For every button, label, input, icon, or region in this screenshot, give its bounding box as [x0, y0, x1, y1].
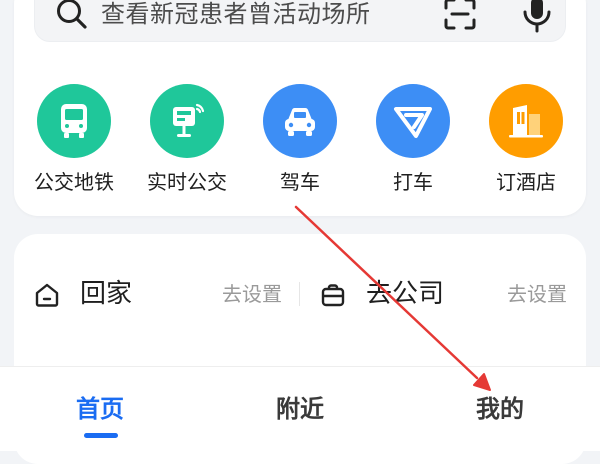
briefcase-icon [321, 284, 345, 307]
work-set-link[interactable]: 去设置 [507, 280, 567, 308]
divider [299, 282, 300, 306]
quick-action-hotel[interactable]: 订酒店 [470, 84, 582, 194]
search-input[interactable]: 查看新冠患者曾活动场所 [101, 0, 371, 32]
quick-action-label: 公交地铁 [34, 170, 114, 194]
bus-icon [61, 104, 87, 138]
quick-action-realtime-circle [150, 84, 224, 158]
car-icon [285, 107, 315, 136]
quick-action-bus-metro[interactable]: 公交地铁 [18, 84, 130, 194]
microphone-icon[interactable] [519, 0, 555, 33]
tab-mine[interactable]: 我的 [440, 393, 560, 425]
home-set-link[interactable]: 去设置 [222, 280, 282, 308]
quick-action-taxi[interactable]: 打车 [357, 84, 469, 194]
quick-action-drive-circle [263, 84, 337, 158]
tab-nearby[interactable]: 附近 [240, 393, 360, 425]
quick-action-bus-circle [37, 84, 111, 158]
realtime-bus-stop-icon [173, 103, 205, 137]
shortcut-work-label: 去公司 [366, 279, 445, 309]
quick-action-realtime-bus[interactable]: 实时公交 [131, 84, 243, 194]
quick-action-taxi-circle [376, 84, 450, 158]
scan-icon[interactable] [443, 0, 477, 31]
taxi-icon [394, 107, 432, 138]
shortcut-home-label: 回家 [80, 279, 133, 309]
top-card: 查看新冠患者曾活动场所 公交地铁 实时公交 驾车 打车 订酒店 [14, 0, 586, 216]
quick-action-label: 实时公交 [147, 170, 227, 194]
quick-action-label: 打车 [393, 170, 433, 194]
search-bar[interactable]: 查看新冠患者曾活动场所 [34, 0, 566, 42]
quick-action-drive[interactable]: 驾车 [244, 84, 356, 194]
quick-actions: 公交地铁 实时公交 驾车 打车 订酒店 [14, 84, 586, 204]
quick-action-hotel-circle [489, 84, 563, 158]
quick-action-label: 订酒店 [496, 170, 556, 194]
tab-active-indicator [84, 433, 118, 438]
tab-home[interactable]: 首页 [40, 393, 160, 425]
home-icon [35, 283, 59, 307]
search-icon [57, 0, 87, 29]
bottom-tab-bar: 首页 附近 我的 [0, 366, 600, 451]
hotel-icon [509, 105, 543, 138]
quick-action-label: 驾车 [280, 170, 320, 194]
